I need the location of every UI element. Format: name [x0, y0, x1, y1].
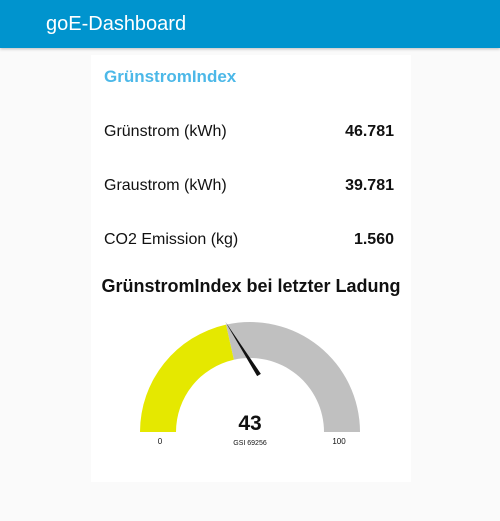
co2-label: CO2 Emission (kg) [104, 231, 239, 248]
app-title: goE-Dashboard [46, 13, 187, 35]
co2-value: 1.560 [353, 231, 394, 248]
gauge: 43 GSI 69256 0 100 [140, 321, 360, 447]
dashboard-card: GrünstromIndex Grünstrom (kWh) 46.781 Gr… [91, 55, 411, 482]
gauge-unit: GSI 69256 [233, 440, 267, 447]
top-bar: goE-Dashboard [0, 0, 500, 48]
gruenstrom-value: 46.781 [345, 123, 394, 140]
gauge-title: GrünstromIndex bei letzter Ladung [101, 276, 401, 296]
gruenstrom-row: Grünstrom (kWh) 46.781 [104, 123, 394, 145]
gauge-fill [140, 324, 234, 432]
graustrom-row: Graustrom (kWh) 39.781 [104, 177, 394, 199]
graustrom-label: Graustrom (kWh) [104, 177, 227, 194]
graustrom-value: 39.781 [345, 177, 394, 194]
group-title: GrünstromIndex [104, 67, 237, 86]
gruenstrom-label: Grünstrom (kWh) [104, 123, 227, 140]
co2-row: CO2 Emission (kg) 1.560 [104, 231, 394, 253]
gauge-max-label: 100 [332, 437, 346, 446]
gauge-value: 43 [238, 412, 261, 435]
gauge-min-label: 0 [158, 437, 163, 446]
